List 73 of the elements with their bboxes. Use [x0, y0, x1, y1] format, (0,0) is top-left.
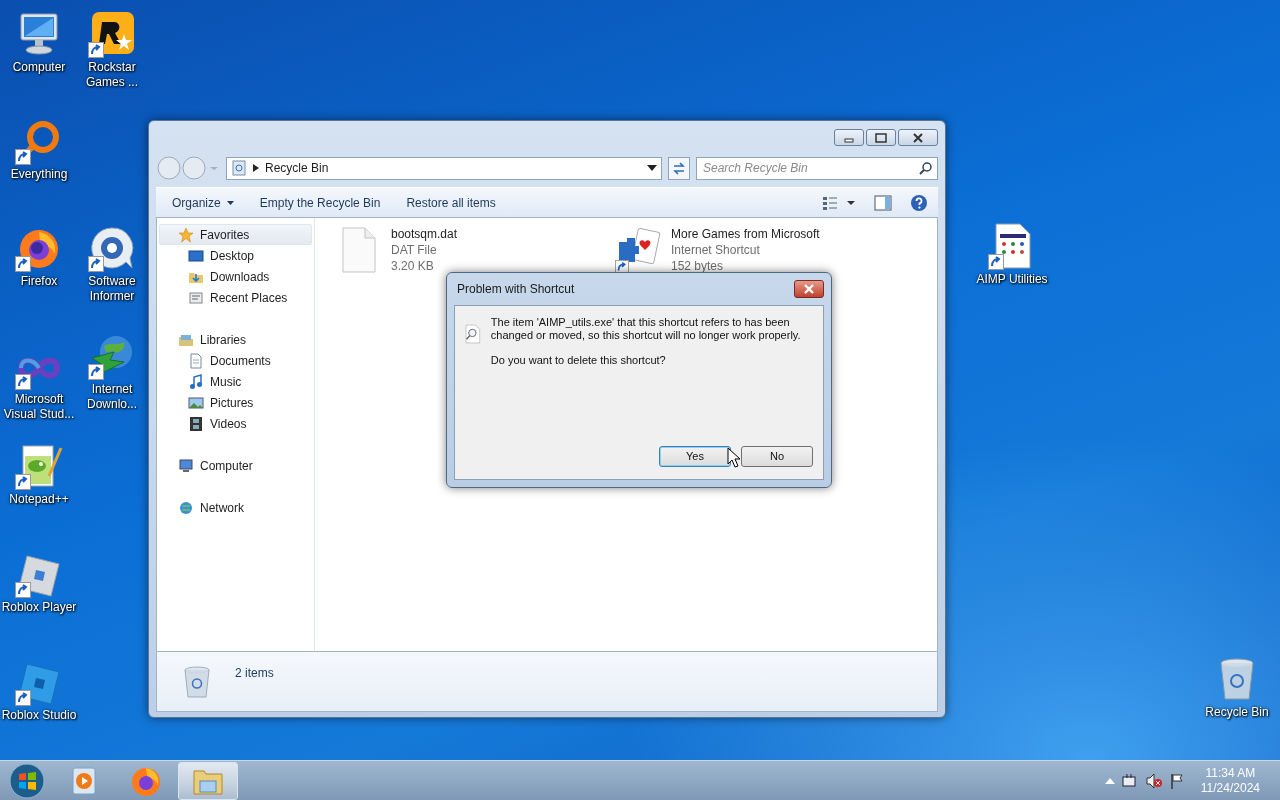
maximize-button[interactable]: [866, 129, 896, 146]
nav-item[interactable]: Libraries: [159, 329, 312, 350]
help-icon[interactable]: [910, 193, 928, 212]
file-type: DAT File: [391, 242, 438, 258]
dialog-title: Problem with Shortcut: [456, 281, 575, 298]
nav-item[interactable]: Videos: [159, 413, 312, 434]
icon-label: Recycle Bin: [1205, 705, 1269, 720]
view-options-icon[interactable]: [822, 194, 856, 211]
address-bar[interactable]: Recycle Bin: [226, 156, 662, 180]
file-item[interactable]: More Games from Microsoft Internet Shortcut 152 bytes: [615, 226, 875, 274]
dialog-button[interactable]: Yes: [659, 446, 731, 467]
network-icon: [178, 499, 194, 516]
file-item[interactable]: bootsqm.dat DAT File 3.20 KB: [335, 226, 535, 274]
item-count: 2 items: [235, 665, 274, 682]
toolbar-button[interactable]: Restore all items: [400, 191, 502, 214]
dialog-button[interactable]: No: [741, 446, 813, 467]
breadcrumb-arrow-icon[interactable]: [253, 164, 259, 172]
network-icon[interactable]: [1120, 772, 1139, 789]
toolbar-button[interactable]: Empty the Recycle Bin: [253, 191, 387, 214]
nav-item[interactable]: Computer: [159, 455, 312, 476]
nav-item[interactable]: Downloads: [159, 266, 312, 287]
close-button[interactable]: [898, 129, 938, 146]
nav-item[interactable]: Desktop: [159, 245, 312, 266]
toolbar-button[interactable]: Organize: [166, 191, 240, 214]
document-icon: [188, 352, 204, 369]
dialog-message: The item 'AIMP_utils.exe' that this shortcut refers to has been changed or moved, so this shortcut will no longer work properly.: [490, 316, 802, 342]
icon-label: Microsoft Visual Stud...: [2, 392, 76, 422]
lens-bubble-icon: [88, 224, 136, 272]
icon-label: Everything: [10, 167, 68, 182]
nav-item[interactable]: Recent Places: [159, 287, 312, 308]
trash-bin-icon: [231, 160, 247, 176]
nav-item[interactable]: Pictures: [159, 392, 312, 413]
caret-icon: [226, 200, 234, 205]
file-size: 3.20 KB: [391, 258, 435, 274]
icon-label: Notepad++: [9, 492, 69, 507]
music-note-icon: [188, 373, 204, 390]
close-button[interactable]: [794, 280, 824, 298]
address-text: Recycle Bin: [265, 160, 330, 177]
icon-label: Computer: [12, 60, 66, 75]
landscape-icon: [188, 394, 204, 411]
minimize-button[interactable]: [834, 129, 864, 146]
file-size: 152 bytes: [671, 258, 725, 274]
close-icon: [911, 132, 925, 143]
muted-speaker-icon[interactable]: [1144, 772, 1163, 789]
icon-label: Roblox Player: [1, 600, 77, 615]
desktop-icon: [188, 247, 204, 264]
film-strip-icon: [188, 415, 204, 432]
refresh-icon[interactable]: [668, 156, 690, 180]
icon-label: Software Informer: [87, 274, 137, 304]
dialog-question: Do you want to delete this shortcut?: [490, 354, 667, 367]
file-name: More Games from Microsoft: [671, 226, 820, 242]
icon-label: AIMP Utilities: [976, 272, 1048, 287]
recent-places-icon: [188, 289, 204, 306]
mouse-cursor-icon: [727, 447, 741, 468]
nav-item[interactable]: Network: [159, 497, 312, 518]
maximize-icon: [874, 132, 888, 143]
star-icon: [178, 226, 194, 243]
search-icon[interactable]: [919, 161, 933, 175]
file-type: Internet Shortcut: [671, 242, 761, 258]
flag-icon[interactable]: [1168, 772, 1185, 789]
icon-label: Firefox: [20, 274, 58, 289]
close-icon: [803, 284, 815, 294]
icon-label: Roblox Studio: [1, 708, 77, 723]
dropdown-caret-icon[interactable]: [647, 165, 657, 171]
icon-label: Internet Downlo...: [86, 382, 138, 412]
icon-label: Rockstar Games ...: [85, 60, 139, 90]
nav-item[interactable]: Favorites: [159, 224, 312, 245]
monitor-icon: [178, 457, 194, 474]
preview-pane-icon[interactable]: [874, 194, 892, 211]
search-box[interactable]: Search Recycle Bin: [696, 156, 938, 180]
nav-item[interactable]: Music: [159, 371, 312, 392]
nav-item[interactable]: Documents: [159, 350, 312, 371]
file-name: bootsqm.dat: [391, 226, 458, 242]
